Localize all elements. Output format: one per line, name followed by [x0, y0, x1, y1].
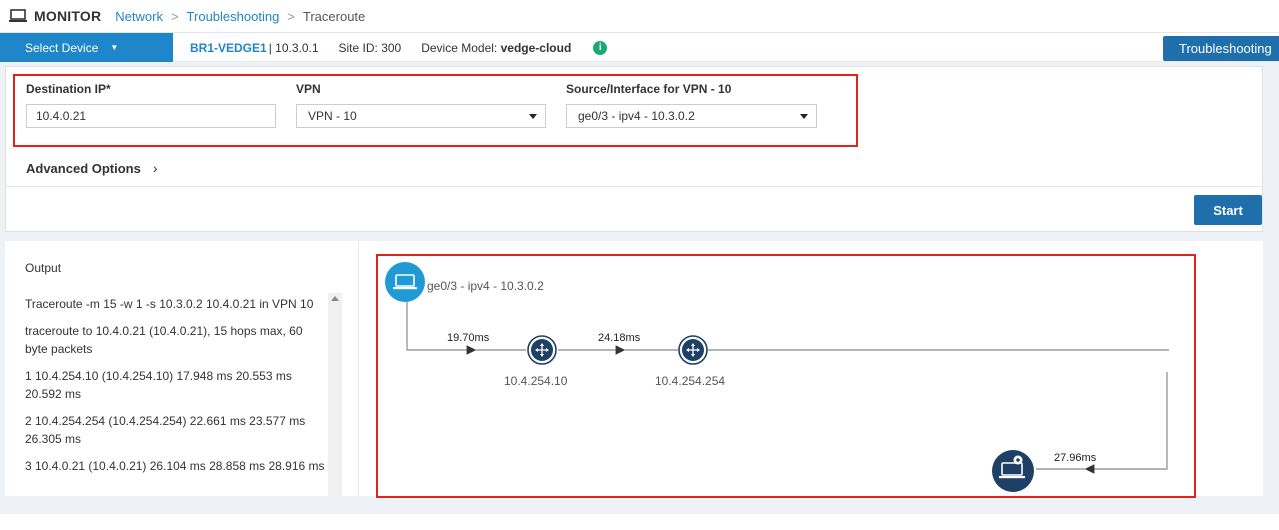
- info-icon[interactable]: i: [593, 40, 608, 55]
- output-scrollbar[interactable]: [328, 293, 342, 496]
- site-id: Site ID: 300: [338, 40, 402, 55]
- select-device-dropdown[interactable]: Select Device ▼: [0, 33, 173, 62]
- output-text: Traceroute -m 15 -w 1 -s 10.3.0.2 10.4.0…: [25, 295, 327, 484]
- output-line: 3 10.4.0.21 (10.4.0.21) 26.104 ms 28.858…: [25, 459, 325, 473]
- device-model-label: Device Model:: [421, 40, 498, 55]
- output-line: traceroute to 10.4.0.21 (10.4.0.21), 15 …: [25, 324, 303, 356]
- highlight-box-diagram: [376, 254, 1196, 498]
- select-device-label: Select Device: [25, 40, 99, 55]
- top-bar: MONITOR Network > Troubleshooting > Trac…: [0, 0, 1279, 32]
- output-title: Output: [25, 261, 62, 275]
- advanced-options-toggle[interactable]: Advanced Options ›: [26, 160, 158, 176]
- scroll-up-icon[interactable]: [331, 296, 339, 301]
- breadcrumb-troubleshooting[interactable]: Troubleshooting: [187, 9, 280, 24]
- device-name: BR1-VEDGE1: [190, 40, 267, 55]
- breadcrumb: Network > Troubleshooting > Traceroute: [115, 9, 365, 24]
- device-bar: Select Device ▼ BR1-VEDGE1 | 10.3.0.1 Si…: [0, 32, 1279, 62]
- device-model-value: vedge-cloud: [500, 40, 572, 55]
- breadcrumb-traceroute: Traceroute: [302, 8, 366, 24]
- advanced-options-label: Advanced Options: [26, 160, 141, 176]
- device-model: Device Model: vedge-cloud: [421, 41, 571, 55]
- highlight-box-form: [13, 74, 858, 147]
- footer-strip: [0, 514, 1279, 530]
- start-button[interactable]: Start: [1194, 195, 1262, 225]
- breadcrumb-separator: >: [170, 8, 179, 24]
- breadcrumb-network[interactable]: Network: [115, 9, 163, 24]
- troubleshooting-button[interactable]: Troubleshooting: [1163, 36, 1279, 61]
- laptop-icon: [8, 8, 28, 24]
- chevron-down-icon: ▼: [110, 43, 119, 52]
- breadcrumb-separator: >: [287, 8, 295, 24]
- page-title: MONITOR: [34, 8, 102, 24]
- chevron-right-icon: ›: [152, 160, 158, 176]
- device-ip: | 10.3.0.1: [268, 40, 319, 55]
- divider: [6, 186, 1262, 187]
- output-panel: Output Traceroute -m 15 -w 1 -s 10.3.0.2…: [5, 241, 359, 496]
- output-line: 1 10.4.254.10 (10.4.254.10) 17.948 ms 20…: [25, 369, 292, 401]
- output-line: 2 10.4.254.254 (10.4.254.254) 22.661 ms …: [25, 414, 306, 446]
- device-info: BR1-VEDGE1 | 10.3.0.1 Site ID: 300 Devic…: [190, 33, 608, 62]
- output-line: Traceroute -m 15 -w 1 -s 10.3.0.2 10.4.0…: [25, 297, 314, 311]
